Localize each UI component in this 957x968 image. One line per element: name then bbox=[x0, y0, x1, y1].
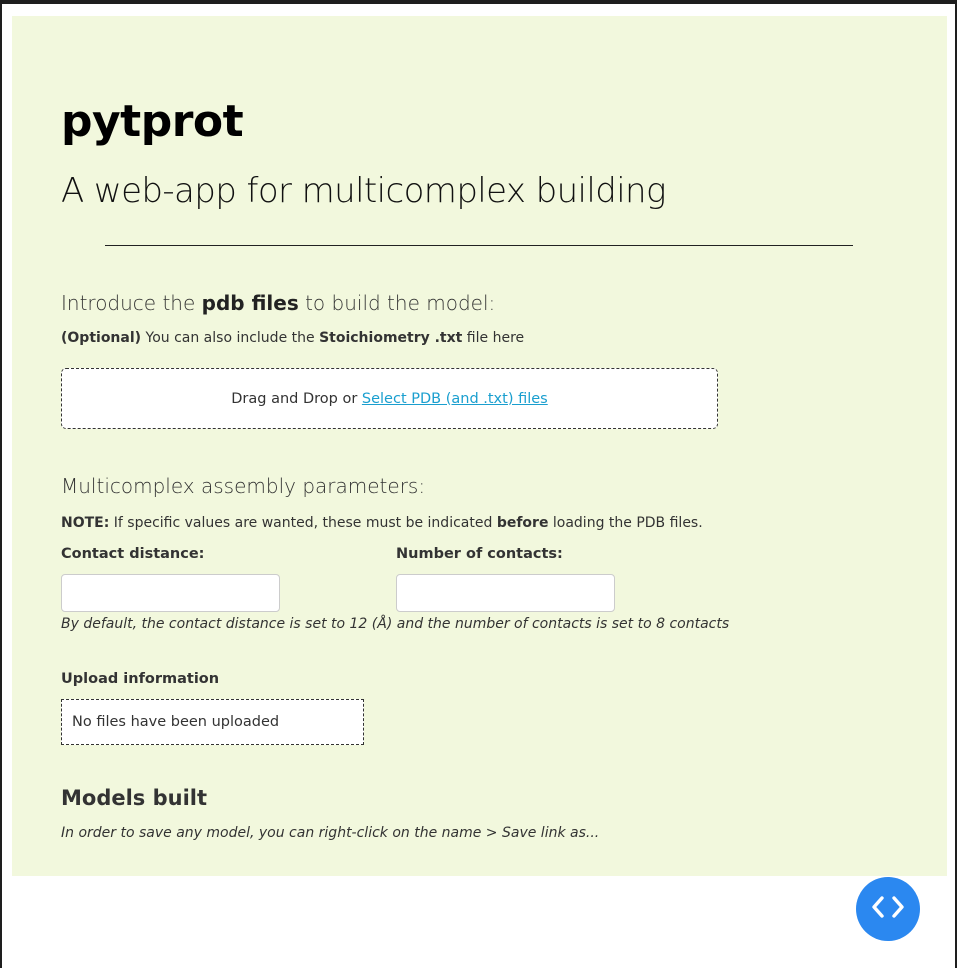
note-before: before bbox=[496, 515, 549, 531]
page-subtitle: A web-app for multicomplex building bbox=[61, 171, 666, 211]
parameters-heading: Multicomplex assembly parameters: bbox=[61, 474, 426, 498]
page-title: pytprot bbox=[61, 96, 244, 147]
number-of-contacts-label: Number of contacts: bbox=[396, 546, 563, 562]
file-dropzone[interactable]: Drag and Drop or Select PDB (and .txt) f… bbox=[61, 368, 718, 429]
optional-suffix: file here bbox=[462, 330, 525, 346]
code-toggle-button[interactable] bbox=[856, 877, 920, 941]
optional-text: You can also include the bbox=[141, 330, 320, 346]
parameters-note: NOTE: If specific values are wanted, the… bbox=[61, 515, 703, 531]
stoichiometry-label: Stoichiometry .txt bbox=[319, 330, 463, 346]
note-suffix: loading the PDB files. bbox=[548, 515, 703, 531]
default-values-hint: By default, the contact distance is set … bbox=[61, 616, 730, 632]
optional-label: (Optional) bbox=[61, 330, 142, 346]
number-of-contacts-input[interactable] bbox=[396, 574, 615, 612]
upload-status-text: No files have been uploaded bbox=[72, 714, 280, 730]
code-icon bbox=[868, 893, 908, 925]
upload-status-box: No files have been uploaded bbox=[61, 699, 364, 745]
models-hint: In order to save any model, you can righ… bbox=[61, 825, 600, 841]
models-heading: Models built bbox=[61, 786, 208, 810]
upload-information-label: Upload information bbox=[61, 671, 220, 687]
app-window: pytprot A web-app for multicomplex build… bbox=[0, 0, 957, 968]
contact-distance-input[interactable] bbox=[61, 574, 280, 612]
upload-heading-prefix: Introduce the bbox=[61, 291, 202, 315]
note-text: If specific values are wanted, these mus… bbox=[109, 515, 497, 531]
dropzone-text: Drag and Drop or bbox=[231, 390, 362, 407]
main-panel: pytprot A web-app for multicomplex build… bbox=[12, 16, 947, 876]
divider bbox=[105, 245, 853, 246]
contact-distance-label: Contact distance: bbox=[61, 546, 205, 562]
select-files-link[interactable]: Select PDB (and .txt) files bbox=[362, 391, 548, 407]
note-label: NOTE: bbox=[61, 515, 110, 531]
upload-heading-suffix: to build the model: bbox=[298, 291, 496, 315]
upload-heading-bold: pdb files bbox=[201, 291, 299, 315]
optional-note: (Optional) You can also include the Stoi… bbox=[61, 330, 524, 346]
upload-heading: Introduce the pdb files to build the mod… bbox=[61, 291, 495, 315]
